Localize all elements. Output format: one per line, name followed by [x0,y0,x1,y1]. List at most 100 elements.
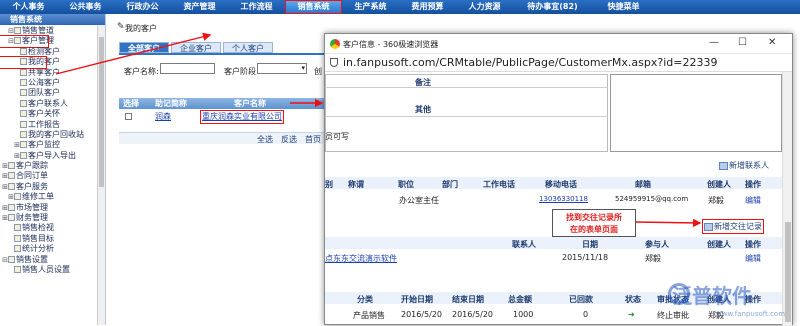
customer-stage-select[interactable]: ▾ [257,63,307,74]
nav-item-9[interactable]: 待办事宜(82) [513,0,592,14]
sidebar-item-5[interactable]: 公海客户 [0,78,105,88]
nav-item-3[interactable]: 资产管理 [171,0,228,14]
record-participant: 郑毅 [645,254,661,263]
sidebar-item-10[interactable]: 我的客户回收站 [0,130,105,140]
folder-icon [8,182,15,190]
sidebar-scrollbar[interactable] [97,25,105,325]
other-label: 其他 [415,105,431,114]
folder-icon [8,255,15,263]
maximize-icon[interactable]: ☐ [738,37,747,48]
sidebar-item-label: 财务管理 [16,213,48,223]
row-checkbox[interactable] [125,113,132,120]
folder-icon [20,141,27,149]
nav-item-10[interactable]: 快捷菜单 [592,0,655,14]
customer-stage-label: 客户阶段: [224,67,259,76]
sidebar-item-label: 检测客户 [28,46,60,56]
record-col-date: 日期 [582,240,598,249]
nav-item-2[interactable]: 行政办公 [114,0,171,14]
side-textarea[interactable] [610,74,782,152]
contact-col-gender: 别 [325,180,333,189]
sidebar-item-label: 我的客户 [28,57,60,67]
contact-mobile[interactable]: 13036330118 [539,195,588,203]
row-short-name[interactable]: 润森 [155,111,171,123]
sidebar-item-12[interactable]: ⊞ 客户导入导出 [0,151,105,161]
sidebar-item-22[interactable]: ⊟ 销售设置 [0,255,105,265]
folder-icon [20,89,27,97]
sidebar-item-17[interactable]: ⊞ 市场管理 [0,203,105,213]
sidebar-item-4[interactable]: 共享客户 [0,68,105,78]
minimize-icon[interactable]: — [709,37,719,48]
invert-select-link[interactable]: 反选 [281,134,297,145]
sidebar-item-6[interactable]: 团队客户 [0,88,105,98]
sidebar-item-1[interactable]: ⊟ 客户管理 [0,35,54,48]
nav-item-7[interactable]: 费用预算 [399,0,456,14]
sidebar-item-7[interactable]: 客户联系人 [0,99,105,109]
nav-item-5[interactable]: 销售系统 [285,0,342,14]
folder-icon [20,130,27,138]
sidebar-item-11[interactable]: ⊞ 客户监控 [0,140,105,150]
contact-edit-link[interactable]: 编辑 [745,195,761,206]
watermark-url: www.fanpusoft.com [716,310,786,318]
nav-item-8[interactable]: 人力资源 [456,0,513,14]
page-title: 我的客户 [125,24,157,33]
order-col-end: 结束日期 [452,295,484,304]
sidebar-item-3[interactable]: 我的客户 [0,56,60,69]
sidebar-item-18[interactable]: ⊞ 财务管理 [0,213,105,223]
folder-icon [14,224,21,232]
tab-bar: 全部客户 企业客户 个人客户 [119,42,275,53]
customer-name-input[interactable] [160,63,215,74]
address-bar[interactable]: in.fanpusoft.com/CRMtable/PublicPage/Cus… [325,54,792,72]
sidebar-item-13[interactable]: ⊞ 客户跟踪 [0,161,105,171]
order-col-amount: 总金额 [508,295,532,304]
select-all-link[interactable]: 全选 [257,134,273,145]
sidebar-scroll-thumb[interactable] [99,37,104,187]
first-page-link[interactable]: 首页 [305,134,321,145]
nav-item-6[interactable]: 生产系统 [342,0,399,14]
sidebar-item-23[interactable]: 销售人员设置 [0,265,105,275]
watermark-text: 泛普软件 [672,284,752,308]
tab-all-customers[interactable]: 全部客户 [119,42,169,53]
nav-item-1[interactable]: 公共事务 [57,0,114,14]
record-edit-link[interactable]: 编辑 [745,253,761,264]
sidebar-item-label: 销售管道 [22,26,54,35]
sidebar-item-15[interactable]: ⊞ 客户服务 [0,182,105,192]
sidebar-item-2[interactable]: 检测客户 [0,47,105,57]
sidebar-item-label: 合同订单 [16,171,48,181]
tab-enterprise-customers[interactable]: 企业客户 [171,42,221,53]
sidebar-item-21[interactable]: 统计分析 [0,244,105,254]
sidebar-item-label: 客户监控 [28,140,60,150]
sidebar-item-label: 客户关怀 [28,109,60,119]
folder-icon [14,265,21,273]
sidebar-header: 销售系统 [0,14,105,25]
contact-creator: 郑毅 [708,196,724,205]
sidebar-item-9[interactable]: 工作报告 [0,120,105,130]
tab-personal-customers[interactable]: 个人客户 [223,42,273,53]
window-scroll-thumb[interactable] [785,222,791,322]
row-customer-name[interactable]: 重庆润森实业有限公司 [200,110,284,124]
order-start: 2016/5/20 [401,310,443,319]
record-col-creator: 创建人 [707,240,731,249]
folder-icon [20,58,27,66]
customer-name-label: 客户名称: [124,67,159,76]
sidebar-item-8[interactable]: 客户关怀 [0,109,105,119]
record-col-action: 操作 [745,240,761,249]
nav-item-0[interactable]: 个人事务 [0,0,57,14]
url-text[interactable]: in.fanpusoft.com/CRMtable/PublicPage/Cus… [343,56,717,69]
nav-item-4[interactable]: 工作流程 [228,0,285,14]
sidebar-item-label: 客户跟踪 [16,161,48,171]
sidebar-item-19[interactable]: 销售检视 [0,223,105,233]
sidebar-item-label: 客户服务 [16,181,48,191]
contact-position: 办公室主任 [399,196,439,205]
record-subject[interactable]: 点东东交流演示软件 [325,253,397,264]
add-contact-button[interactable]: 新增联系人 [719,160,769,171]
folder-icon [14,37,21,45]
sidebar-item-0[interactable]: ⊟ 销售管道 [0,26,105,36]
tab-underline [119,53,334,55]
sidebar-item-14[interactable]: ⊞ 合同订单 [0,171,105,181]
sidebar-item-16[interactable]: ⊞ 维修工单 [0,192,105,202]
window-scrollbar[interactable] [782,72,792,326]
sidebar-item-20[interactable]: 销售目标 [0,234,105,244]
add-record-button[interactable]: 新增交往记录 [702,219,764,234]
folder-icon [14,27,21,34]
close-icon[interactable]: ✕ [768,37,776,48]
